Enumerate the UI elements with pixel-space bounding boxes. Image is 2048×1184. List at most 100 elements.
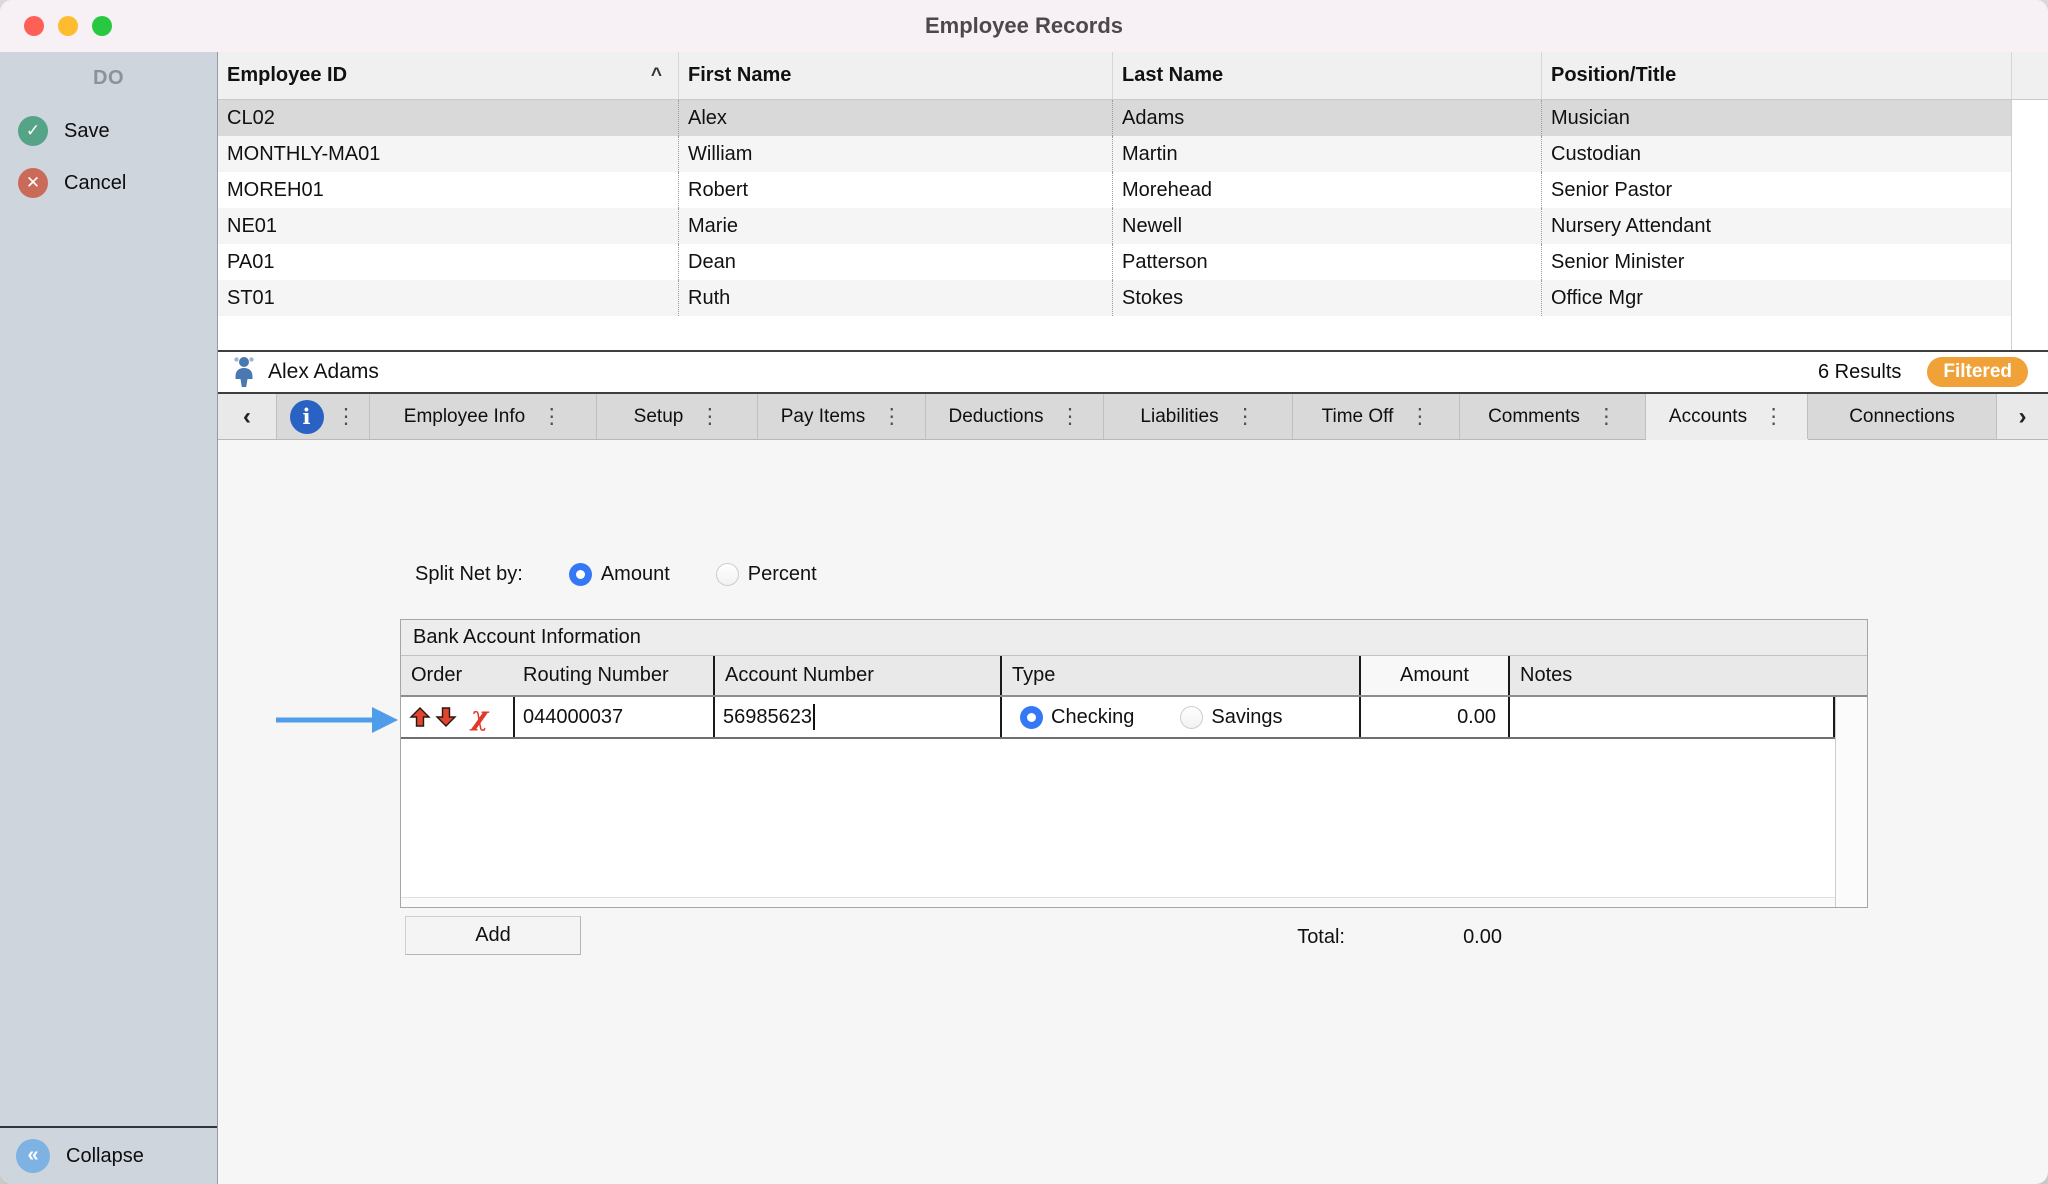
tab-comments[interactable]: Comments ⋮ bbox=[1460, 394, 1646, 439]
tab-menu-icon[interactable]: ⋮ bbox=[1409, 404, 1430, 429]
add-account-button[interactable]: Add bbox=[405, 916, 581, 955]
type-cell: Checking Savings bbox=[1000, 697, 1359, 737]
sidebar-header: DO bbox=[0, 67, 217, 90]
cell-last-name: Morehead bbox=[1112, 172, 1541, 208]
cancel-label: Cancel bbox=[64, 172, 126, 195]
order-cell: χ bbox=[401, 697, 513, 737]
routing-number-cell bbox=[513, 697, 713, 737]
cell-position-title: Nursery Attendant bbox=[1541, 208, 2011, 244]
cell-first-name: Dean bbox=[678, 244, 1112, 280]
column-header-position-title[interactable]: Position/Title bbox=[1541, 52, 2011, 99]
annotation-arrow-icon bbox=[276, 706, 398, 739]
tab-label: Time Off bbox=[1322, 406, 1394, 428]
cell-last-name: Stokes bbox=[1112, 280, 1541, 316]
bank-account-panel: Bank Account Information Order Routing N… bbox=[400, 619, 1868, 908]
cell-first-name: Ruth bbox=[678, 280, 1112, 316]
person-icon bbox=[232, 356, 256, 388]
cell-first-name: Marie bbox=[678, 208, 1112, 244]
tab-setup[interactable]: Setup ⋮ bbox=[597, 394, 758, 439]
radio-savings-label[interactable]: Savings bbox=[1211, 706, 1282, 729]
save-check-icon: ✓ bbox=[18, 116, 48, 146]
sidebar: DO ✓ Save ✕ Cancel « Collapse bbox=[0, 52, 218, 1184]
save-label: Save bbox=[64, 120, 110, 143]
radio-percent-label[interactable]: Percent bbox=[748, 563, 817, 586]
tab-menu-icon[interactable]: ⋮ bbox=[1763, 404, 1784, 429]
account-number-cell: 56985623 bbox=[713, 697, 1000, 737]
column-header-employee-id[interactable]: Employee ID ^ bbox=[218, 52, 678, 99]
cell-employee-id: CL02 bbox=[218, 100, 678, 136]
save-button[interactable]: ✓ Save bbox=[18, 116, 110, 146]
tab-deductions[interactable]: Deductions ⋮ bbox=[926, 394, 1104, 439]
move-up-icon[interactable] bbox=[409, 706, 431, 728]
notes-cell[interactable] bbox=[1508, 697, 1835, 737]
table-row-selected[interactable]: CL02 Alex Adams Musician bbox=[218, 100, 2011, 136]
tab-liabilities[interactable]: Liabilities ⋮ bbox=[1104, 394, 1293, 439]
tabs-scroll-left-button[interactable]: ‹ bbox=[218, 394, 277, 439]
tab-record-info[interactable]: i ⋮ bbox=[277, 394, 370, 439]
table-row[interactable]: PA01 Dean Patterson Senior Minister bbox=[218, 244, 2011, 280]
move-down-icon[interactable] bbox=[435, 706, 457, 728]
app-window: Employee Records DO ✓ Save ✕ Cancel « Co… bbox=[0, 0, 2048, 1184]
tab-menu-icon[interactable]: ⋮ bbox=[336, 404, 357, 429]
window-title: Employee Records bbox=[0, 0, 2048, 52]
tab-accounts[interactable]: Accounts ⋮ bbox=[1646, 394, 1808, 439]
tab-connections[interactable]: Connections bbox=[1808, 394, 1997, 439]
delete-row-icon[interactable]: χ bbox=[471, 704, 488, 730]
cell-employee-id: MOREH01 bbox=[218, 172, 678, 208]
amount-cell[interactable]: 0.00 bbox=[1359, 697, 1508, 737]
tab-menu-icon[interactable]: ⋮ bbox=[1596, 404, 1617, 429]
employee-table-header: Employee ID ^ First Name Last Name Posit… bbox=[218, 52, 2048, 100]
routing-number-input[interactable] bbox=[515, 706, 711, 729]
radio-amount-label[interactable]: Amount bbox=[601, 563, 670, 586]
tab-pay-items[interactable]: Pay Items ⋮ bbox=[758, 394, 926, 439]
tab-menu-icon[interactable]: ⋮ bbox=[1060, 404, 1081, 429]
tab-employee-info[interactable]: Employee Info ⋮ bbox=[370, 394, 597, 439]
radio-checking-label[interactable]: Checking bbox=[1051, 706, 1134, 729]
collapse-label: Collapse bbox=[66, 1145, 144, 1168]
column-header-first-name[interactable]: First Name bbox=[678, 52, 1112, 99]
tab-menu-icon[interactable]: ⋮ bbox=[1235, 404, 1256, 429]
tab-menu-icon[interactable]: ⋮ bbox=[881, 404, 902, 429]
record-header: Alex Adams 6 Results Filtered bbox=[218, 352, 2048, 394]
split-net-row: Split Net by: Amount Percent bbox=[415, 563, 817, 586]
radio-savings[interactable] bbox=[1180, 706, 1203, 729]
employee-table-scrollbar[interactable] bbox=[2011, 100, 2048, 350]
column-header-label: Employee ID bbox=[227, 52, 347, 99]
split-net-label: Split Net by: bbox=[415, 563, 523, 586]
cell-employee-id: PA01 bbox=[218, 244, 678, 280]
cell-first-name: Alex bbox=[678, 100, 1112, 136]
account-number-input[interactable]: 56985623 bbox=[723, 706, 812, 729]
header-scrollbar-spacer bbox=[2011, 52, 2048, 100]
cell-position-title: Senior Pastor bbox=[1541, 172, 2011, 208]
column-header-last-name[interactable]: Last Name bbox=[1112, 52, 1541, 99]
cancel-button[interactable]: ✕ Cancel bbox=[18, 168, 126, 198]
tab-menu-icon[interactable]: ⋮ bbox=[699, 404, 720, 429]
cell-employee-id: NE01 bbox=[218, 208, 678, 244]
bank-column-type: Type bbox=[1000, 656, 1359, 695]
cell-last-name: Patterson bbox=[1112, 244, 1541, 280]
radio-amount[interactable] bbox=[569, 563, 592, 586]
radio-checking[interactable] bbox=[1020, 706, 1043, 729]
cell-position-title: Custodian bbox=[1541, 136, 2011, 172]
tab-label: Comments bbox=[1488, 406, 1580, 428]
table-row[interactable]: MONTHLY-MA01 William Martin Custodian bbox=[218, 136, 2011, 172]
cell-employee-id: ST01 bbox=[218, 280, 678, 316]
radio-percent[interactable] bbox=[716, 563, 739, 586]
tab-label: Accounts bbox=[1669, 406, 1747, 428]
collapse-button[interactable]: « Collapse bbox=[0, 1126, 217, 1184]
bank-table-scrollbar[interactable] bbox=[1835, 697, 1867, 907]
table-row[interactable]: ST01 Ruth Stokes Office Mgr bbox=[218, 280, 2011, 316]
bank-table-horizontal-scrollbar[interactable] bbox=[401, 897, 1835, 907]
table-row[interactable]: MOREH01 Robert Morehead Senior Pastor bbox=[218, 172, 2011, 208]
sort-ascending-icon: ^ bbox=[651, 52, 662, 99]
tab-menu-icon[interactable]: ⋮ bbox=[541, 404, 562, 429]
cell-last-name: Adams bbox=[1112, 100, 1541, 136]
cell-first-name: Robert bbox=[678, 172, 1112, 208]
employee-table: Employee ID ^ First Name Last Name Posit… bbox=[218, 52, 2048, 352]
total-value: 0.00 bbox=[1390, 926, 1502, 949]
text-cursor bbox=[813, 704, 815, 730]
tabs-scroll-right-button[interactable]: › bbox=[1997, 394, 2048, 439]
filtered-badge[interactable]: Filtered bbox=[1927, 357, 2028, 387]
tab-time-off[interactable]: Time Off ⋮ bbox=[1293, 394, 1460, 439]
table-row[interactable]: NE01 Marie Newell Nursery Attendant bbox=[218, 208, 2011, 244]
